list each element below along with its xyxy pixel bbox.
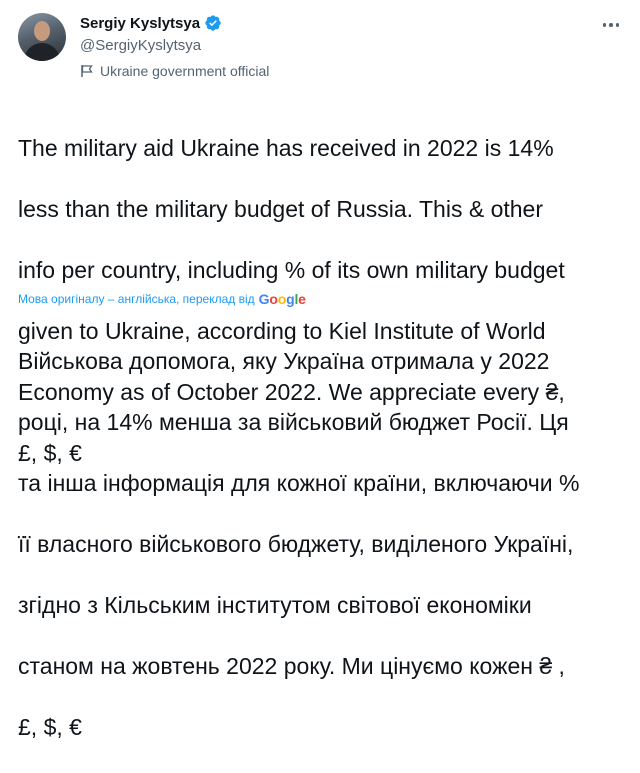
government-flag-icon [81,65,93,77]
avatar-shoulders [24,43,60,61]
more-dot [602,23,607,27]
translated-line: Військова допомога, яку Україна отримала… [18,347,550,374]
translated-line: станом на жовтень 2022 року. Ми цінуємо … [18,652,565,679]
translated-line: її власного військового бюджету, виділен… [18,530,574,557]
author-name[interactable]: Sergiy Kyslytsya [80,15,200,32]
more-options-icon[interactable] [596,14,626,36]
tweet-line: less than the military budget of Russia.… [18,195,544,222]
translated-text: Військова допомога, яку Україна отримала… [18,315,628,773]
tweet-line: info per country, including % of its own… [18,256,565,283]
google-logo-letter-1: G [258,291,270,307]
government-label-text: Ukraine government official [100,63,270,79]
avatar-head [34,21,50,41]
verified-badge-icon [205,15,221,31]
more-dot [609,23,613,27]
author-handle[interactable]: @SergiyKyslytsya [80,37,201,54]
translated-line: £, $, € [18,713,82,740]
translated-line: та інша інформація для кожної країни, вк… [18,469,580,496]
translated-line: згідно з Кільським інститутом світової е… [18,591,532,618]
author-name-row: Sergiy Kyslytsya [80,14,222,32]
translation-note: Мова оригіналу – англійська, переклад ві… [18,292,255,306]
government-label[interactable]: Ukraine government official [80,63,269,79]
avatar[interactable] [18,13,66,61]
more-dot [615,23,620,27]
tweet-line: The military aid Ukraine has received in… [18,134,554,161]
google-logo: Google [259,291,306,307]
translated-line: році, на 14% менша за військовий бюджет … [18,408,569,435]
google-logo-letter-6: e [298,291,306,307]
google-logo-letter-3: o [277,291,287,307]
translation-attribution[interactable]: Мова оригіналу – англійська, переклад ві… [18,291,306,307]
google-logo-letter-2: o [269,291,278,307]
